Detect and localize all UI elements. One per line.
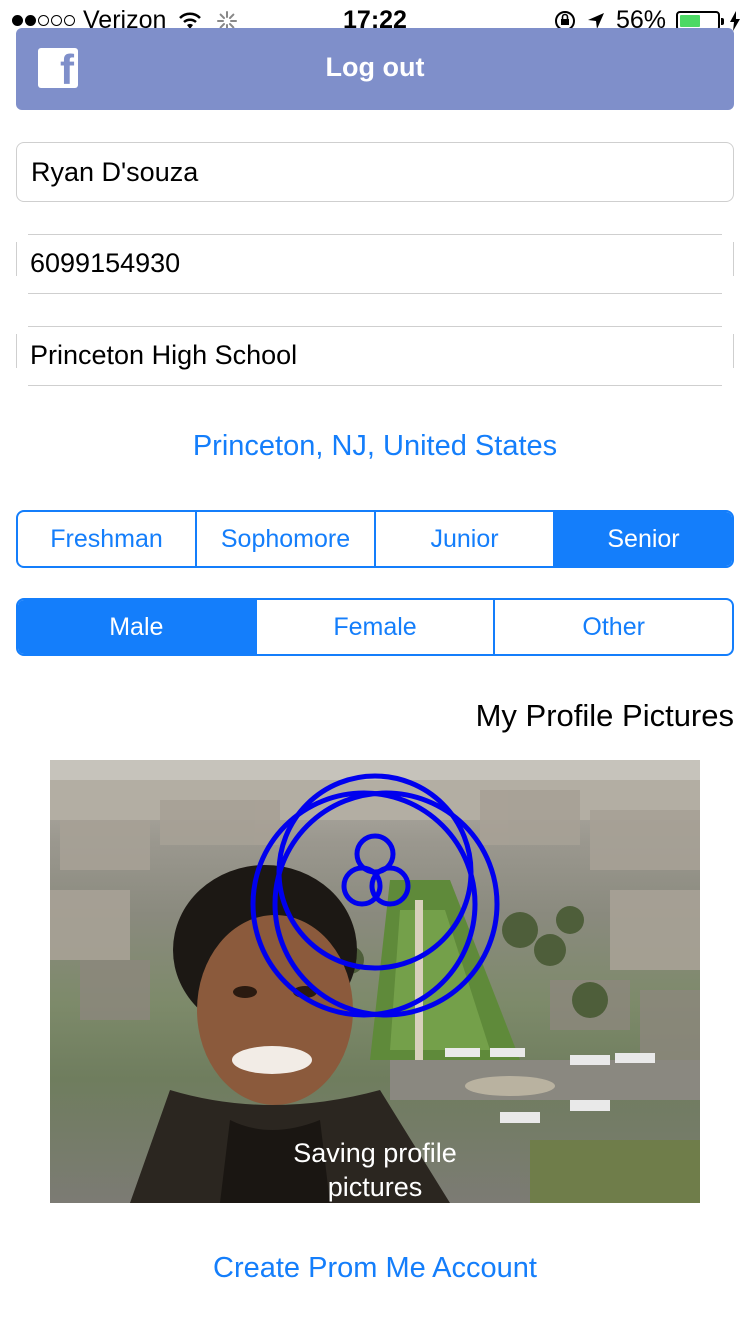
location-link[interactable]: Princeton, NJ, United States [0,430,750,463]
grade-option-junior[interactable]: Junior [374,512,553,566]
name-value: Ryan D'souza [31,156,199,187]
logout-button[interactable]: Log out [16,52,734,83]
grade-segmented-control: Freshman Sophomore Junior Senior [16,510,734,568]
gender-option-female[interactable]: Female [254,600,494,654]
create-account-button[interactable]: Create Prom Me Account [0,1252,750,1285]
grade-option-sophomore[interactable]: Sophomore [195,512,374,566]
profile-pictures-title: My Profile Pictures [475,698,734,733]
saving-status-text: Saving profile pictures [293,1138,457,1202]
gender-option-male[interactable]: Male [18,600,255,654]
gender-option-other[interactable]: Other [493,600,732,654]
grade-option-freshman[interactable]: Freshman [18,512,195,566]
name-field[interactable]: Ryan D'souza [16,142,734,202]
grade-option-senior[interactable]: Senior [553,512,732,566]
charging-bolt-icon [730,10,740,31]
school-value: Princeton High School [30,340,298,370]
school-field[interactable]: Princeton High School [16,326,734,386]
header-bar: f Log out [16,28,734,110]
gender-segmented-control: Male Female Other [16,598,734,656]
phone-value: 6099154930 [30,248,181,278]
phone-field[interactable]: 6099154930 [16,234,734,294]
profile-photo[interactable]: Saving profile pictures [50,760,700,1203]
